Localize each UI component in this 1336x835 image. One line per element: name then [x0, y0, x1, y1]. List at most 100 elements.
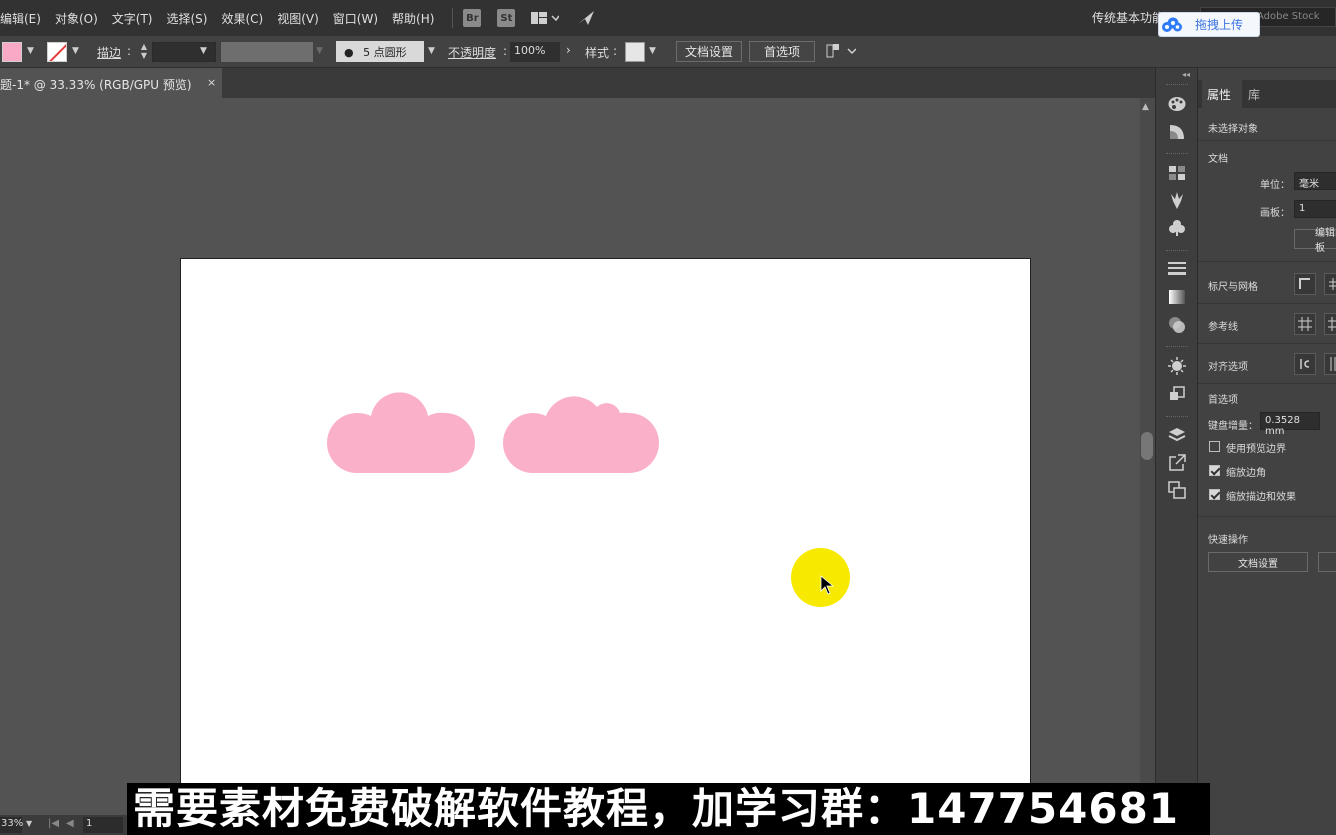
- divider: [1198, 383, 1336, 384]
- collapse-panels-icon[interactable]: ◂◂: [1182, 70, 1190, 79]
- upload-label: 拖拽上传: [1195, 18, 1244, 32]
- edit-artboards-button[interactable]: 编辑画板: [1294, 228, 1336, 254]
- panel-grip[interactable]: [1166, 250, 1188, 252]
- menu-effect[interactable]: 效果(C): [221, 10, 263, 27]
- cloud-shape-2[interactable]: [503, 387, 661, 475]
- fill-color-swatch[interactable]: [2, 42, 22, 62]
- grid-icon[interactable]: [1324, 273, 1336, 295]
- artboard[interactable]: [180, 258, 1031, 835]
- artboard-number-input[interactable]: 1: [83, 817, 123, 833]
- no-selection-text: 未选择对象: [1208, 124, 1258, 135]
- close-tab-icon[interactable]: ×: [207, 76, 216, 89]
- stroke-weight-dropdown-icon[interactable]: ▼: [200, 46, 207, 56]
- menu-bar: 编辑(E) 对象(O) 文字(T) 选择(S) 效果(C) 视图(V) 窗口(W…: [0, 0, 1336, 36]
- graphic-style-swatch[interactable]: [625, 42, 645, 62]
- guides-icon[interactable]: [1294, 313, 1316, 335]
- keyboard-increment-input[interactable]: 0.3528 mm: [1260, 412, 1320, 437]
- brush-definition[interactable]: ● 5 点圆形: [336, 41, 424, 62]
- upload-button[interactable]: 拖拽上传: [1158, 12, 1260, 37]
- brushes-icon[interactable]: [1166, 189, 1188, 211]
- symbols-icon[interactable]: [1166, 217, 1188, 239]
- panel-icon-strip: ◂◂: [1155, 68, 1197, 835]
- fill-dropdown-icon[interactable]: ▼: [27, 46, 34, 56]
- prev-artboard-icon[interactable]: ◀: [66, 818, 74, 829]
- divider: [1198, 261, 1336, 262]
- divider: [1198, 343, 1336, 344]
- lock-guides-icon[interactable]: [1324, 313, 1336, 335]
- document-tab-bar: 标题-1* @ 33.33% (RGB/GPU 预览) ×: [0, 68, 1155, 98]
- ruler-icon[interactable]: [1294, 273, 1316, 295]
- graphic-styles-icon[interactable]: [1166, 383, 1188, 405]
- workspace-switcher[interactable]: 传统基本功能: [1092, 9, 1164, 26]
- first-artboard-icon[interactable]: |◀: [48, 818, 59, 829]
- tab-libraries[interactable]: 库: [1248, 80, 1260, 108]
- menu-window[interactable]: 窗口(W): [333, 10, 378, 27]
- bridge-icon[interactable]: Br: [463, 9, 482, 27]
- zoom-dropdown-icon[interactable]: ▼: [26, 819, 32, 828]
- control-bar: ▼ ▼ 描边 : ▲ ▼ ▼ ▼ ● 5 点圆形 ▼ 不透明度 : 100% › …: [0, 36, 1336, 68]
- properties-panel: 属性 库 未选择对象 文档 单位： 毫米 画板： 1 编辑画板 标尺与网格 参考…: [1197, 68, 1336, 835]
- opacity-input[interactable]: 100%: [510, 42, 560, 62]
- scale-strokes-effects-checkbox[interactable]: [1209, 489, 1220, 500]
- style-dropdown-icon[interactable]: ▼: [649, 46, 656, 56]
- panel-grip[interactable]: [1166, 153, 1188, 155]
- menu-edit[interactable]: 编辑(E): [0, 10, 41, 27]
- preferences-button[interactable]: 首选项: [749, 41, 815, 62]
- menu-separator: [452, 8, 454, 28]
- tab-properties[interactable]: 属性: [1202, 80, 1242, 108]
- color-palette-icon[interactable]: [1166, 93, 1188, 115]
- scroll-thumb[interactable]: [1141, 432, 1153, 460]
- gpu-performance-icon[interactable]: [577, 10, 595, 26]
- panel-grip[interactable]: [1166, 84, 1188, 86]
- menu-help[interactable]: 帮助(H): [392, 10, 434, 27]
- units-select[interactable]: 毫米: [1294, 172, 1336, 190]
- vertical-scrollbar[interactable]: ▲: [1140, 98, 1155, 818]
- snap-to-point-icon[interactable]: [1294, 353, 1316, 375]
- use-preview-bounds-checkbox[interactable]: [1209, 441, 1220, 452]
- quick-actions-heading: 快速操作: [1208, 535, 1248, 546]
- stroke-weight-stepper[interactable]: ▲ ▼: [136, 42, 152, 62]
- menu-object[interactable]: 对象(O): [55, 10, 98, 27]
- scale-corners-checkbox[interactable]: [1209, 465, 1220, 476]
- menu-view[interactable]: 视图(V): [277, 10, 319, 27]
- stroke-label[interactable]: 描边: [97, 44, 121, 61]
- panel-grip[interactable]: [1166, 346, 1188, 348]
- layers-icon[interactable]: [1166, 424, 1188, 446]
- canvas[interactable]: [0, 98, 1140, 835]
- transparency-icon[interactable]: [1166, 314, 1188, 336]
- profile-dropdown-icon[interactable]: ▼: [316, 46, 323, 56]
- quick-document-setup-button[interactable]: 文档设置: [1208, 552, 1308, 572]
- gradient-icon[interactable]: [1166, 286, 1188, 308]
- appearance-icon[interactable]: [1166, 355, 1188, 377]
- caption-overlay: 需要素材免费破解软件教程，加学习群：147754681: [127, 783, 1210, 835]
- brush-label: 5 点圆形: [363, 46, 407, 59]
- opacity-arrow-icon[interactable]: ›: [566, 43, 571, 57]
- artboards-icon[interactable]: [1166, 479, 1188, 501]
- scroll-up-icon[interactable]: ▲: [1142, 102, 1149, 112]
- document-tab[interactable]: 标题-1* @ 33.33% (RGB/GPU 预览) ×: [0, 68, 222, 98]
- brush-dropdown-icon[interactable]: ▼: [428, 46, 435, 56]
- style-colon: :: [613, 44, 618, 58]
- guides-label: 参考线: [1208, 322, 1238, 333]
- document-setup-button[interactable]: 文档设置: [676, 41, 742, 62]
- color-guide-icon[interactable]: [1166, 121, 1188, 143]
- export-icon[interactable]: [1166, 452, 1188, 474]
- snap-to-pixel-icon[interactable]: [1324, 353, 1336, 375]
- menu-type[interactable]: 文字(T): [112, 10, 153, 27]
- arrange-documents-icon[interactable]: [531, 11, 560, 25]
- artboard-select[interactable]: 1: [1294, 200, 1336, 218]
- baidu-cloud-icon: [1159, 13, 1185, 36]
- opacity-label[interactable]: 不透明度: [448, 44, 496, 61]
- variable-width-profile[interactable]: [221, 42, 313, 62]
- stroke-dropdown-icon[interactable]: ▼: [72, 46, 79, 56]
- zoom-level-input[interactable]: 33%: [0, 817, 23, 833]
- panel-grip[interactable]: [1166, 416, 1188, 418]
- stock-icon[interactable]: St: [497, 9, 516, 27]
- menu-select[interactable]: 选择(S): [166, 10, 207, 27]
- swatches-icon[interactable]: [1166, 162, 1188, 184]
- stroke-color-swatch[interactable]: [47, 42, 67, 62]
- quick-preferences-button[interactable]: [1318, 552, 1336, 572]
- arrange-icon[interactable]: [826, 43, 857, 62]
- cloud-shape-1[interactable]: [327, 387, 475, 475]
- stroke-panel-icon[interactable]: [1166, 258, 1188, 280]
